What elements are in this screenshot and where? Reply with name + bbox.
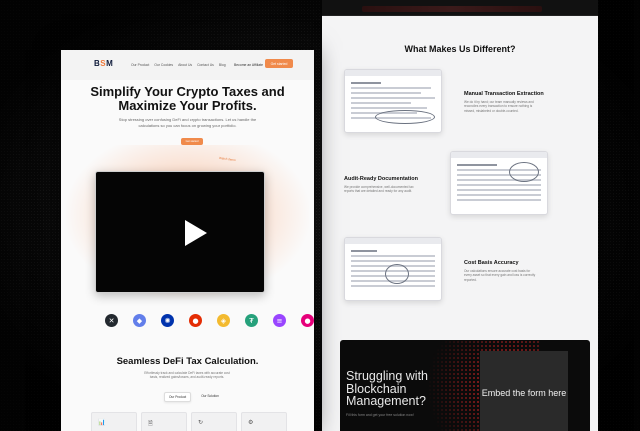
hero-subtitle: Stop stressing over confusing DeFi and c…: [118, 117, 257, 128]
shiba-icon: ●: [189, 314, 202, 327]
affiliate-link[interactable]: Become an Affiliate: [234, 63, 263, 67]
tab-our-solution[interactable]: Our Solution: [197, 392, 223, 402]
play-icon[interactable]: [185, 220, 207, 246]
feature-title: Manual Transaction Extraction: [464, 91, 544, 97]
tab-our-product[interactable]: Our Product: [164, 392, 192, 402]
form-embed-placeholder[interactable]: Embed the form here: [480, 351, 568, 431]
feature-audit-ready: Audit-Ready Documentation We provide com…: [322, 148, 598, 226]
feature-screenshot: [344, 237, 442, 301]
differences-heading: What Makes Us Different?: [404, 44, 516, 54]
cardano-icon: ✺: [161, 314, 174, 327]
feature-card[interactable]: ⚙: [241, 412, 287, 431]
supported-coins-row: ✕ ◆ ✺ ● ◈ ₮ ≡ ●: [105, 314, 314, 327]
sync-icon: ↻: [198, 419, 204, 426]
left-page-preview: BSM Our Product Our Cookies About Us Con…: [61, 50, 314, 431]
contact-form-section: Struggling with Blockchain Management? F…: [340, 340, 590, 431]
brand-logo[interactable]: BSM: [94, 59, 113, 68]
form-subtitle: Fill this form and get your free solutio…: [346, 413, 414, 417]
top-nav: BSM Our Product Our Cookies About Us Con…: [61, 50, 314, 80]
tether-icon: ₮: [245, 314, 258, 327]
nav-link-cookies[interactable]: Our Cookies: [154, 63, 173, 67]
feature-manual-extraction: Manual Transaction Extraction We do it b…: [322, 66, 598, 144]
nav-link-contact[interactable]: Contact Us: [197, 63, 214, 67]
nav-link-about[interactable]: About Us: [178, 63, 192, 67]
document-icon: 🗎: [148, 420, 153, 427]
section-subtitle: Effortlessly track and calculate DeFi ta…: [144, 371, 230, 380]
feature-card[interactable]: 🗎: [141, 412, 187, 431]
feature-desc: Our calculations ensure accurate cost ba…: [464, 269, 536, 282]
feature-desc: We do it by hand; our team manually revi…: [464, 100, 534, 113]
feature-card[interactable]: ↻: [191, 412, 237, 431]
chart-icon: 📊: [98, 419, 106, 426]
feature-desc: We provide comprehensive, well-documente…: [344, 185, 414, 194]
right-page-preview: What Makes Us Different? Manual Transact…: [322, 0, 598, 431]
form-title: Struggling with Blockchain Management?: [346, 369, 428, 408]
section-tabs: Our Product Our Solution: [164, 392, 223, 402]
nav-get-started-button[interactable]: Get started: [265, 59, 293, 68]
demo-video-player[interactable]: [95, 171, 265, 293]
feature-title: Audit-Ready Documentation: [344, 176, 418, 182]
bnb-icon: ◈: [217, 314, 230, 327]
feature-title: Cost Basis Accuracy: [464, 260, 519, 266]
nav-link-blog[interactable]: Blog: [219, 63, 226, 67]
feature-screenshot: [344, 69, 442, 133]
ethereum-icon: ◆: [133, 314, 146, 327]
xrp-icon: ✕: [105, 314, 118, 327]
right-top-banner: [322, 0, 598, 16]
nav-link-product[interactable]: Our Product: [131, 63, 149, 67]
hero-get-started-button[interactable]: Get started: [181, 138, 203, 145]
feature-screenshot: [450, 151, 548, 215]
polkadot-icon: ●: [301, 314, 314, 327]
solana-icon: ≡: [273, 314, 286, 327]
feature-card[interactable]: 📊: [91, 412, 137, 431]
hero-title: Simplify Your Crypto Taxes and Maximize …: [90, 84, 285, 113]
feature-cards-row: 📊 🗎 ↻ ⚙: [91, 412, 287, 431]
gear-icon: ⚙: [248, 419, 254, 426]
section-title: Seamless DeFi Tax Calculation.: [116, 356, 259, 367]
feature-cost-basis: Cost Basis Accuracy Our calculations ens…: [322, 234, 598, 312]
nav-links: Our Product Our Cookies About Us Contact…: [131, 63, 226, 67]
